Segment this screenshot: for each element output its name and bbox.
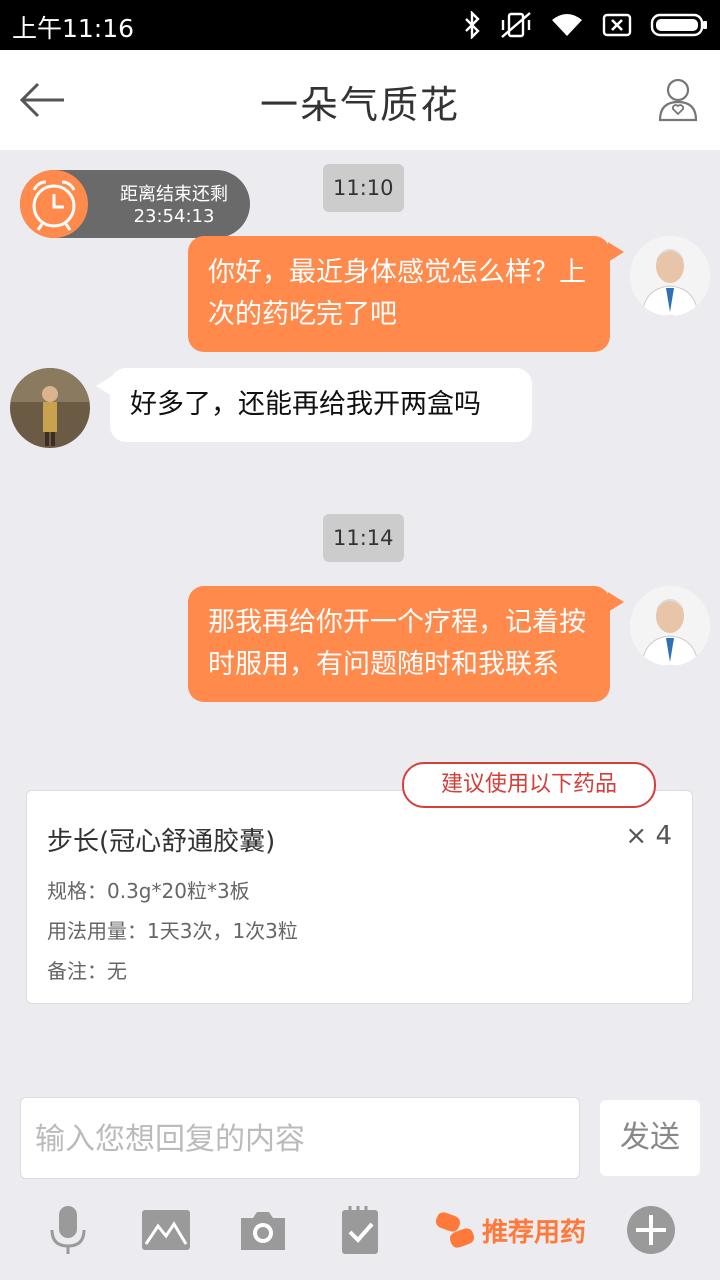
- bubble-tail: [608, 592, 624, 612]
- vibrate-off-icon: [501, 12, 531, 38]
- add-icon[interactable]: [626, 1205, 676, 1255]
- doctor-avatar[interactable]: [630, 236, 710, 316]
- no-sim-icon: [602, 13, 632, 37]
- countdown-value: 23:54:13: [133, 206, 215, 227]
- patient-avatar[interactable]: [10, 368, 90, 448]
- reply-input-container: [20, 1097, 580, 1180]
- microphone-icon[interactable]: [42, 1204, 94, 1256]
- image-icon[interactable]: [140, 1204, 192, 1256]
- bluetooth-icon: [465, 11, 480, 39]
- drug-dosage: 用法用量：1天3次，1次3粒: [47, 919, 298, 943]
- camera-icon[interactable]: [237, 1204, 289, 1256]
- countdown-label: 距离结束还剩: [120, 184, 228, 205]
- input-toolbar: 推荐用药: [0, 1190, 720, 1270]
- message-timestamp: 11:14: [323, 514, 404, 562]
- alarm-clock-icon: [20, 170, 88, 238]
- outgoing-message[interactable]: 你好，最近身体感觉怎么样？上次的药吃完了吧: [188, 236, 610, 352]
- wifi-icon: [552, 14, 582, 36]
- status-icons: [462, 10, 708, 40]
- patient-profile-icon[interactable]: [656, 76, 700, 124]
- pill-icon: [435, 1212, 475, 1248]
- checklist-icon[interactable]: [334, 1204, 386, 1256]
- status-time: 上午11:16: [12, 14, 135, 43]
- message-timestamp: 11:10: [323, 164, 404, 212]
- reply-input[interactable]: [33, 1098, 567, 1180]
- chat-header: 一朵气质花: [0, 50, 720, 150]
- drug-note: 备注：无: [47, 959, 127, 983]
- battery-icon: [650, 13, 707, 37]
- incoming-message[interactable]: 好多了，还能再给我开两盒吗: [110, 368, 532, 442]
- recommendation-badge: 建议使用以下药品: [402, 762, 656, 808]
- doctor-avatar[interactable]: [630, 586, 710, 666]
- send-button[interactable]: 发送: [600, 1100, 700, 1176]
- bubble-tail: [608, 242, 624, 262]
- drug-name: 步长(冠心舒通胶囊): [47, 827, 276, 857]
- drug-quantity: × 4: [625, 821, 672, 851]
- drug-spec: 规格：0.3g*20粒*3板: [47, 879, 250, 903]
- recommend-medicine-label: 推荐用药: [482, 1217, 587, 1248]
- recommend-medicine-button[interactable]: 推荐用药: [432, 1204, 586, 1256]
- status-bar: 上午11:16: [0, 0, 720, 50]
- consultation-countdown: 距离结束还剩 23:54:13: [20, 170, 250, 238]
- drug-recommendation-card[interactable]: 步长(冠心舒通胶囊) × 4 规格：0.3g*20粒*3板 用法用量：1天3次，…: [26, 790, 693, 1004]
- page-title: 一朵气质花: [259, 83, 460, 127]
- outgoing-message[interactable]: 那我再给你开一个疗程，记着按时服用，有问题随时和我联系: [188, 586, 610, 702]
